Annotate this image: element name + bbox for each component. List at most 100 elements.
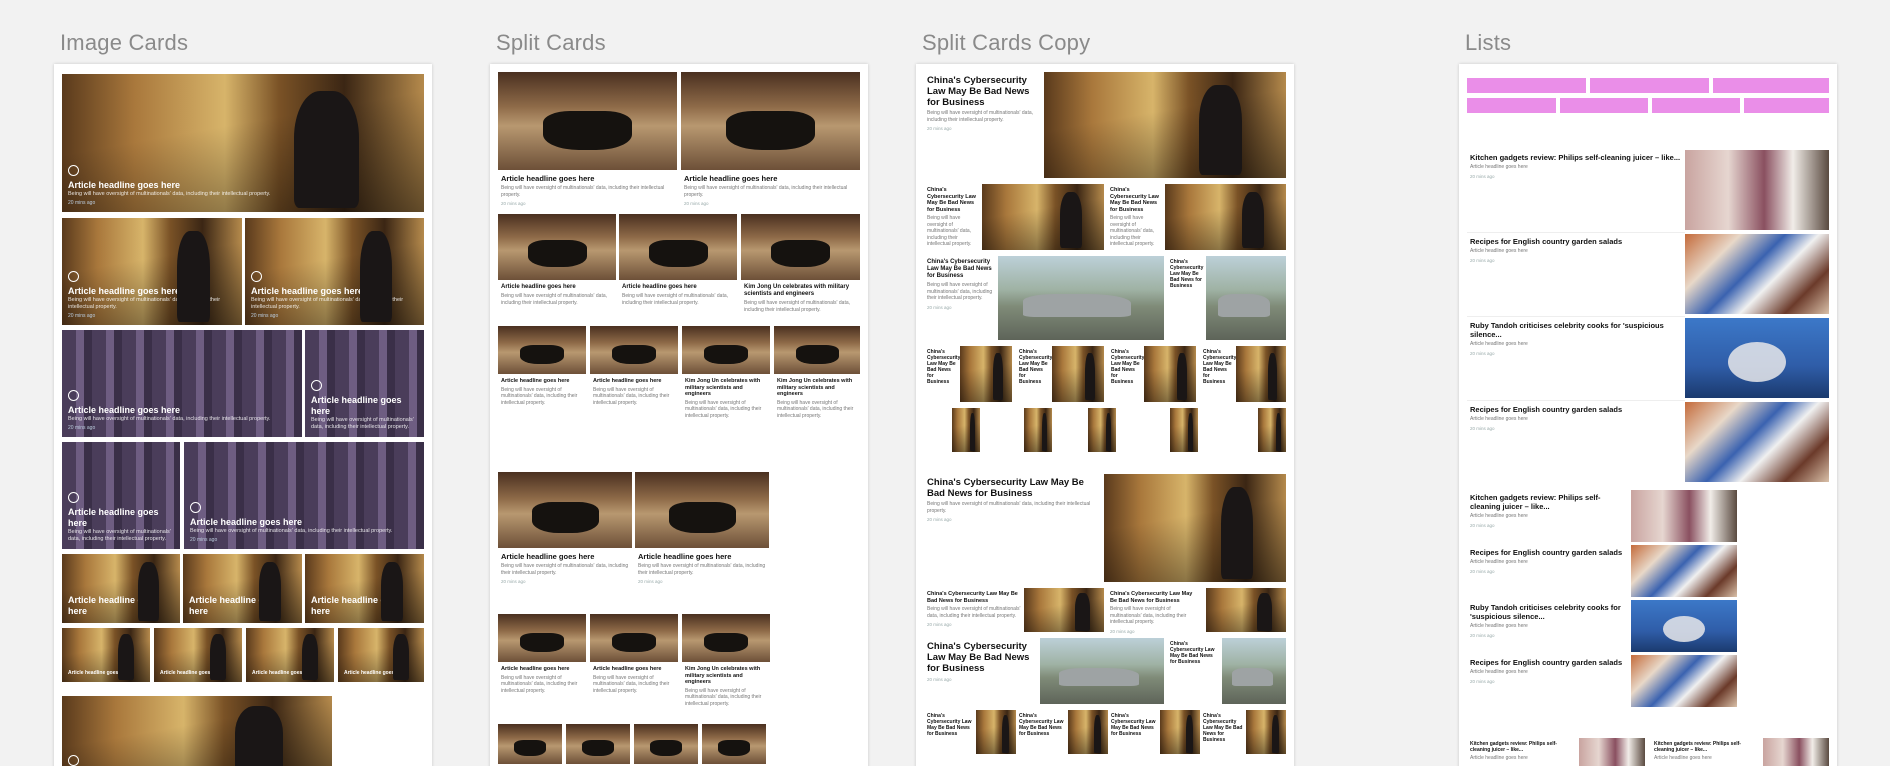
split-card[interactable]: Article headline goes here Being will ha… [498, 549, 632, 587]
list-item[interactable]: Recipes for English country garden salad… [1467, 655, 1631, 687]
placeholder-bar [1560, 98, 1648, 113]
image-card[interactable]: Article headline goes here [183, 554, 302, 623]
card-headline: China's Cybersecurity Law May Be Bad New… [1203, 349, 1237, 385]
card-headline: Article headline goes here [252, 670, 315, 676]
split-card[interactable]: China's Cybersecurity Law May Be Bad New… [924, 710, 976, 740]
list-item-time: 20 mins ago [1470, 522, 1495, 528]
hero-image-card[interactable]: Article headline goes here Being will ha… [62, 74, 424, 212]
split-card[interactable]: Article headline goes here Being will ha… [498, 281, 616, 309]
split-card[interactable]: China's Cybersecurity Law May Be Bad New… [924, 184, 982, 251]
split-card[interactable]: China's Cybersecurity Law May Be Bad New… [1167, 638, 1221, 668]
card-summary: Being will have oversight of multination… [927, 282, 993, 301]
card-headline: China's Cybersecurity Law May Be Bad New… [927, 641, 1030, 674]
split-card[interactable]: Kim Jong Un celebrates with military sci… [774, 375, 860, 422]
image-card[interactable]: Article headline goes here Being will ha… [184, 442, 424, 549]
split-card[interactable]: China's Cybersecurity Law May Be Bad New… [924, 588, 1024, 630]
split-card[interactable]: China's Cybersecurity Law May Be Bad New… [1167, 256, 1205, 292]
split-card[interactable]: China's Cybersecurity Law May Be Bad New… [1016, 710, 1068, 740]
split-card[interactable]: Kim Jong Un celebrates with military sci… [741, 281, 860, 316]
split-card[interactable]: Article headline goes here Being will ha… [635, 549, 769, 587]
image-card[interactable]: Article headline goes here Being will ha… [305, 330, 424, 437]
image-card[interactable]: Article headline goes here [305, 554, 424, 623]
lists-frame[interactable]: Kitchen gadgets review: Philips self-cle… [1459, 64, 1837, 766]
image-card[interactable]: Article headline goes here Being will ha… [245, 218, 424, 325]
card-time: 20 mins ago [251, 313, 279, 319]
split-card[interactable]: China's Cybersecurity Law May Be Bad New… [1200, 710, 1246, 746]
card-image [1258, 408, 1286, 452]
image-card[interactable]: Article headline goes here Being will ha… [62, 218, 242, 325]
card-image [1068, 710, 1108, 754]
card-image [952, 408, 980, 452]
list-item[interactable]: Kitchen gadgets review: Philips self-cle… [1467, 738, 1579, 765]
split-card[interactable]: China's Cybersecurity Law May Be Bad New… [924, 474, 1100, 525]
image-card[interactable]: Article headline goes here [154, 628, 242, 682]
image-card[interactable]: Article headline goes here Being will ha… [62, 442, 180, 549]
list-item-headline: Kitchen gadgets review: Philips self-cle… [1654, 741, 1741, 753]
card-summary: Being will have oversight of multination… [68, 297, 221, 310]
list-item[interactable]: Recipes for English country garden salad… [1467, 402, 1685, 434]
split-card[interactable]: China's Cybersecurity Law May Be Bad New… [1016, 346, 1052, 388]
image-card[interactable]: Article headline goes here [338, 628, 424, 682]
image-cards-frame[interactable]: Article headline goes here Being will ha… [54, 64, 432, 766]
split-card[interactable]: Kim Jong Un celebrates with military sci… [682, 663, 770, 710]
image-card[interactable]: Article headline goes here [246, 628, 334, 682]
card-headline: Article headline goes here [251, 286, 364, 296]
split-card[interactable]: China's Cybersecurity Law May Be Bad New… [1108, 710, 1160, 740]
split-card[interactable]: Article headline goes here Being will ha… [619, 281, 737, 309]
card-image [634, 724, 698, 764]
card-headline: Kim Jong Un celebrates with military sci… [777, 378, 853, 397]
card-headline: Article headline goes here [68, 670, 131, 676]
list-item[interactable]: Recipes for English country garden salad… [1467, 545, 1631, 577]
card-image [1170, 408, 1198, 452]
card-image [1052, 346, 1104, 402]
split-card[interactable]: Kim Jong Un celebrates with military sci… [682, 375, 770, 422]
list-item[interactable]: Ruby Tandoh criticises celebrity cooks f… [1467, 600, 1631, 641]
list-item-summary: Article headline goes here [1470, 416, 1528, 422]
card-summary: Being will have oversight of multination… [927, 110, 1034, 123]
split-card[interactable]: Article headline goes here Being will ha… [590, 663, 678, 697]
list-item[interactable]: Kitchen gadgets review: Philips self-cle… [1467, 150, 1685, 182]
split-card[interactable]: China's Cybersecurity Law May Be Bad New… [1200, 346, 1236, 388]
list-item[interactable]: Ruby Tandoh criticises celebrity cooks f… [1467, 318, 1685, 359]
play-icon [311, 380, 322, 391]
split-card[interactable]: China's Cybersecurity Law May Be Bad New… [1108, 346, 1144, 388]
card-headline: China's Cybersecurity Law May Be Bad New… [1203, 713, 1243, 743]
image-card[interactable]: Article headline goes here [62, 628, 150, 682]
list-item-headline: Recipes for English country garden salad… [1470, 548, 1623, 557]
image-card[interactable]: Article headline goes here [62, 554, 180, 623]
split-card[interactable]: China's Cybersecurity Law May Be Bad New… [924, 346, 960, 388]
placeholder-bar [1467, 78, 1586, 93]
card-image [498, 724, 562, 764]
split-card[interactable]: China's Cybersecurity Law May Be Bad New… [924, 256, 998, 313]
split-card[interactable]: Article headline goes here Being will ha… [681, 171, 860, 209]
list-item[interactable]: Kitchen gadgets review: Philips self-cle… [1651, 738, 1763, 765]
split-card[interactable]: China's Cybersecurity Law May Be Bad New… [1107, 184, 1165, 251]
split-card[interactable]: Article headline goes here Being will ha… [498, 171, 677, 209]
card-image [682, 326, 770, 374]
play-icon [190, 502, 201, 513]
list-item-summary: Article headline goes here [1470, 513, 1528, 519]
image-card[interactable] [62, 696, 332, 766]
card-headline: Article headline goes here [593, 666, 662, 672]
split-cards-frame[interactable]: Article headline goes here Being will ha… [490, 64, 868, 766]
card-image [960, 346, 1012, 402]
split-card[interactable]: China's Cybersecurity Law May Be Bad New… [924, 72, 1044, 134]
card-summary: Being will have oversight of multination… [311, 417, 414, 430]
card-summary: Being will have oversight of multination… [685, 399, 762, 419]
split-cards-copy-frame[interactable]: China's Cybersecurity Law May Be Bad New… [916, 64, 1294, 766]
list-item-time: 20 mins ago [1470, 257, 1495, 263]
card-image [1206, 256, 1286, 340]
card-summary: Being will have oversight of multination… [501, 293, 608, 306]
split-card[interactable]: China's Cybersecurity Law May Be Bad New… [1107, 588, 1203, 637]
image-card[interactable]: Article headline goes here Being will ha… [62, 330, 302, 437]
card-image [1144, 346, 1196, 402]
list-item[interactable]: Kitchen gadgets review: Philips self-cle… [1467, 490, 1631, 531]
frame-title-split-cards-copy: Split Cards Copy [922, 30, 1091, 55]
card-time: 20 mins ago [638, 579, 663, 584]
split-card[interactable]: Article headline goes here Being will ha… [498, 375, 586, 409]
split-card[interactable]: Article headline goes here Being will ha… [498, 663, 586, 697]
list-item[interactable]: Recipes for English country garden salad… [1467, 234, 1685, 266]
split-card[interactable]: Article headline goes here Being will ha… [590, 375, 678, 409]
split-card[interactable]: China's Cybersecurity Law May Be Bad New… [924, 638, 1040, 685]
frame-title-split-cards: Split Cards [496, 30, 606, 55]
